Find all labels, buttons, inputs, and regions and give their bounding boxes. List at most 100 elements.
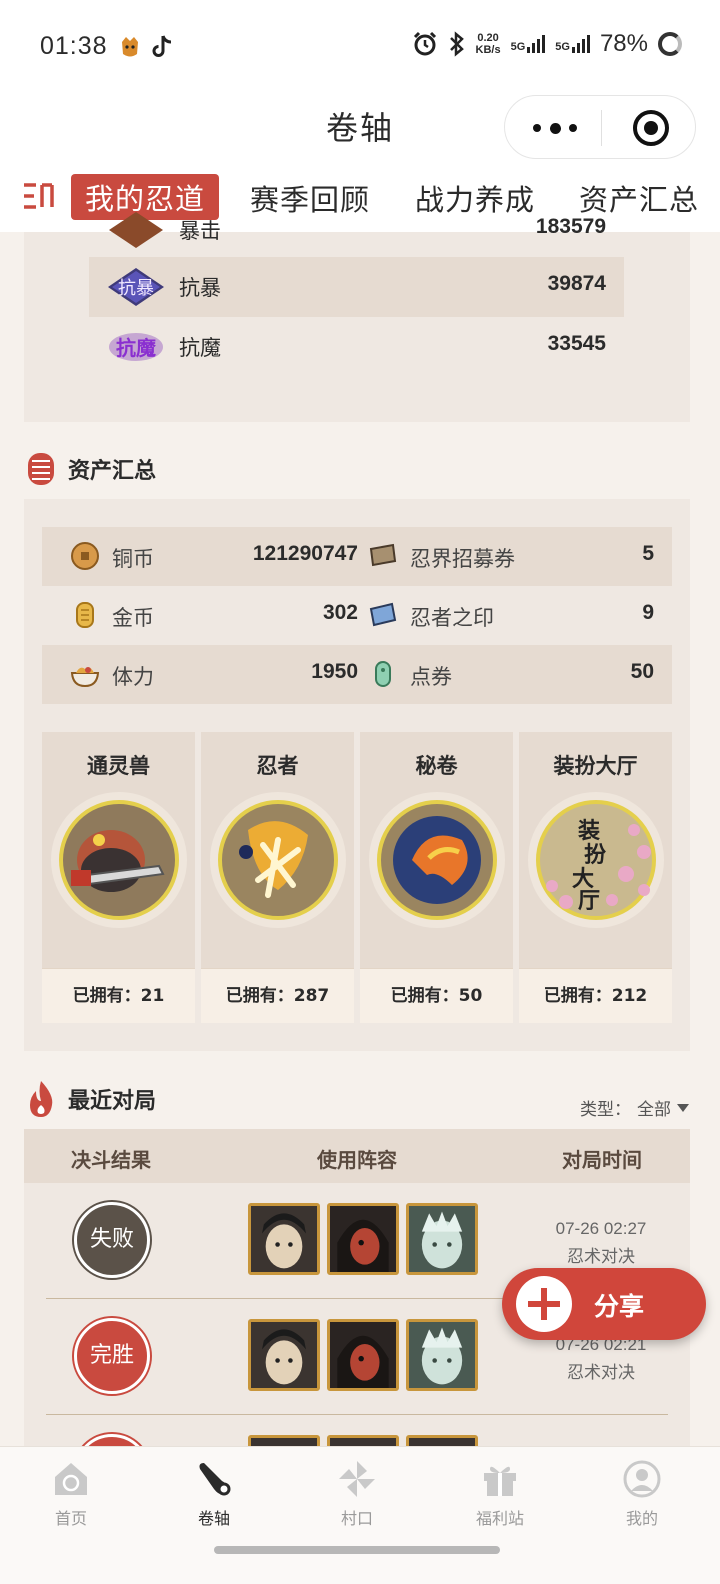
net-speed: 0.20 KB/s bbox=[476, 32, 501, 56]
column-header: 使用阵容 bbox=[317, 1148, 397, 1172]
collection-title: 秘卷 bbox=[415, 754, 458, 778]
crit-badge-icon bbox=[109, 212, 163, 248]
crit-resist-badge-text: 抗暴 bbox=[118, 278, 154, 299]
asset-row: 金币 302 忍者之印 9 bbox=[42, 586, 672, 645]
asset-label-voucher: 点券 bbox=[410, 665, 452, 689]
lineup bbox=[248, 1319, 478, 1391]
match-type-filter[interactable]: 类型： 全部 bbox=[580, 1095, 689, 1120]
asset-label-ninja-seal: 忍者之印 bbox=[410, 606, 494, 630]
filter-value: 全部 bbox=[637, 1100, 671, 1120]
stat-value: 39874 bbox=[547, 272, 606, 295]
recruit-ticket-icon bbox=[369, 543, 397, 567]
table-header: 决斗结果 使用阵容 对局时间 bbox=[24, 1129, 690, 1183]
match-result-badge: 失败 bbox=[74, 1202, 150, 1278]
nav-label: 福利站 bbox=[475, 1509, 524, 1528]
signal-sim1: 5G bbox=[511, 35, 546, 53]
ninja-portrait-icon bbox=[406, 1319, 478, 1391]
asset-value-recruit-ticket: 5 bbox=[642, 542, 654, 565]
costume-art-char: 装 bbox=[578, 818, 600, 844]
share-label: 分享 bbox=[594, 1292, 645, 1321]
ninja-portrait-icon bbox=[327, 1203, 399, 1275]
home-indicator[interactable] bbox=[214, 1546, 500, 1554]
gold-coin-icon bbox=[76, 602, 94, 628]
battery-icon bbox=[658, 32, 682, 56]
collection-card-summons[interactable]: 通灵兽 已拥有：21 bbox=[42, 732, 195, 1023]
app-header: 卷轴 bbox=[0, 95, 720, 167]
stat-label: 抗暴 bbox=[179, 276, 221, 300]
asset-value-gold: 302 bbox=[322, 601, 358, 624]
asset-label-stamina: 体力 bbox=[112, 665, 154, 689]
scroll-section-icon bbox=[28, 453, 54, 485]
match-result-badge: 完胜 bbox=[74, 1318, 150, 1394]
app-notification-icon bbox=[122, 37, 138, 57]
asset-value-voucher: 50 bbox=[630, 660, 654, 683]
flame-section-icon bbox=[30, 1081, 53, 1117]
match-mode: 忍术对决 bbox=[567, 1363, 635, 1383]
collection-card-costume-hall[interactable]: 装扮大厅 装 扮 大 厅 已拥有：212 bbox=[519, 732, 672, 1023]
nav-profile[interactable]: 我的 bbox=[582, 1459, 702, 1529]
signal-sim2: 5G bbox=[555, 35, 590, 53]
asset-value-ninja-seal: 9 bbox=[642, 601, 654, 624]
asset-value-stamina: 1950 bbox=[311, 660, 358, 683]
nav-welfare-station[interactable]: 福利站 bbox=[440, 1459, 560, 1529]
net-speed-unit: KB/s bbox=[475, 44, 501, 56]
status-bar: 01:38 0.20 KB/s 5G 5G 78% bbox=[0, 0, 720, 95]
match-row[interactable] bbox=[46, 1415, 668, 1449]
collection-owned-count: 已拥有：287 bbox=[201, 968, 354, 1023]
magic-resist-badge-text: 抗魔 bbox=[116, 336, 156, 360]
costume-hall-icon: 装 扮 大 厅 bbox=[528, 792, 664, 928]
collection-card-ninjas[interactable]: 忍者 已拥有：287 bbox=[201, 732, 354, 1023]
collection-title: 忍者 bbox=[256, 754, 299, 778]
stat-row-magic-resist: 抗魔 抗魔 33545 bbox=[89, 317, 624, 377]
stat-label: 暴击 bbox=[179, 219, 221, 243]
collection-owned-count: 已拥有：21 bbox=[42, 968, 195, 1023]
asset-label-copper: 铜币 bbox=[112, 547, 154, 571]
nav-label: 我的 bbox=[625, 1509, 658, 1528]
tiktok-icon bbox=[152, 35, 172, 57]
stat-value: 183579 bbox=[535, 215, 606, 238]
asset-label-recruit-ticket: 忍界招募券 bbox=[410, 547, 515, 571]
more-icon[interactable] bbox=[533, 118, 577, 138]
ninja-portrait-icon bbox=[248, 1319, 320, 1391]
capsule-divider bbox=[601, 110, 602, 146]
recent-matches-heading: 最近对局 bbox=[24, 1077, 156, 1121]
share-button[interactable]: 分享 bbox=[502, 1268, 706, 1340]
close-miniprogram-icon[interactable] bbox=[633, 110, 669, 146]
caret-down-icon bbox=[677, 1103, 689, 1112]
stat-row-crit: 暴击 183579 bbox=[89, 200, 624, 260]
nav-village-gate[interactable]: 村口 bbox=[297, 1459, 417, 1529]
column-header: 对局时间 bbox=[562, 1148, 642, 1172]
asset-summary-heading: 资产汇总 bbox=[24, 447, 156, 491]
collection-title: 通灵兽 bbox=[87, 754, 150, 778]
crit-resist-badge-icon: 抗暴 bbox=[108, 268, 164, 306]
stat-row-crit-resist: 抗暴 抗暴 39874 bbox=[89, 257, 624, 317]
asset-row: 体力 1950 点券 50 bbox=[42, 645, 672, 704]
lineup bbox=[248, 1203, 478, 1275]
collection-title: 装扮大厅 bbox=[553, 754, 638, 778]
sim1-label: 5G bbox=[510, 41, 526, 53]
asset-label-gold: 金币 bbox=[112, 606, 154, 630]
status-time: 01:38 bbox=[40, 32, 108, 60]
signal-bars-icon bbox=[527, 35, 546, 53]
nav-label: 首页 bbox=[54, 1509, 87, 1528]
scroll-icon bbox=[199, 1463, 231, 1496]
voucher-icon bbox=[375, 661, 391, 687]
filter-label: 类型： bbox=[580, 1100, 631, 1120]
bluetooth-icon bbox=[449, 31, 464, 57]
column-header: 决斗结果 bbox=[71, 1148, 151, 1172]
battery-percent: 78% bbox=[599, 30, 648, 57]
ninja-portrait-icon bbox=[327, 1319, 399, 1391]
signal-bars-icon bbox=[571, 35, 590, 53]
stamina-ramen-icon bbox=[70, 667, 100, 688]
collection-card-secret-scrolls[interactable]: 秘卷 已拥有：50 bbox=[360, 732, 513, 1023]
sim2-label: 5G bbox=[555, 41, 570, 53]
nav-home[interactable]: 首页 bbox=[11, 1459, 131, 1529]
nav-scroll[interactable]: 卷轴 bbox=[154, 1459, 274, 1529]
gift-icon bbox=[484, 1466, 516, 1496]
tab-menu-icon[interactable] bbox=[22, 179, 58, 213]
alarm-icon bbox=[413, 31, 436, 56]
ninja-character-icon bbox=[210, 792, 346, 928]
combat-stats-card: 暴击 183579 抗暴 抗暴 39874 抗魔 抗魔 33545 bbox=[24, 212, 690, 422]
nav-label: 卷轴 bbox=[197, 1509, 230, 1528]
home-icon bbox=[55, 1463, 87, 1495]
